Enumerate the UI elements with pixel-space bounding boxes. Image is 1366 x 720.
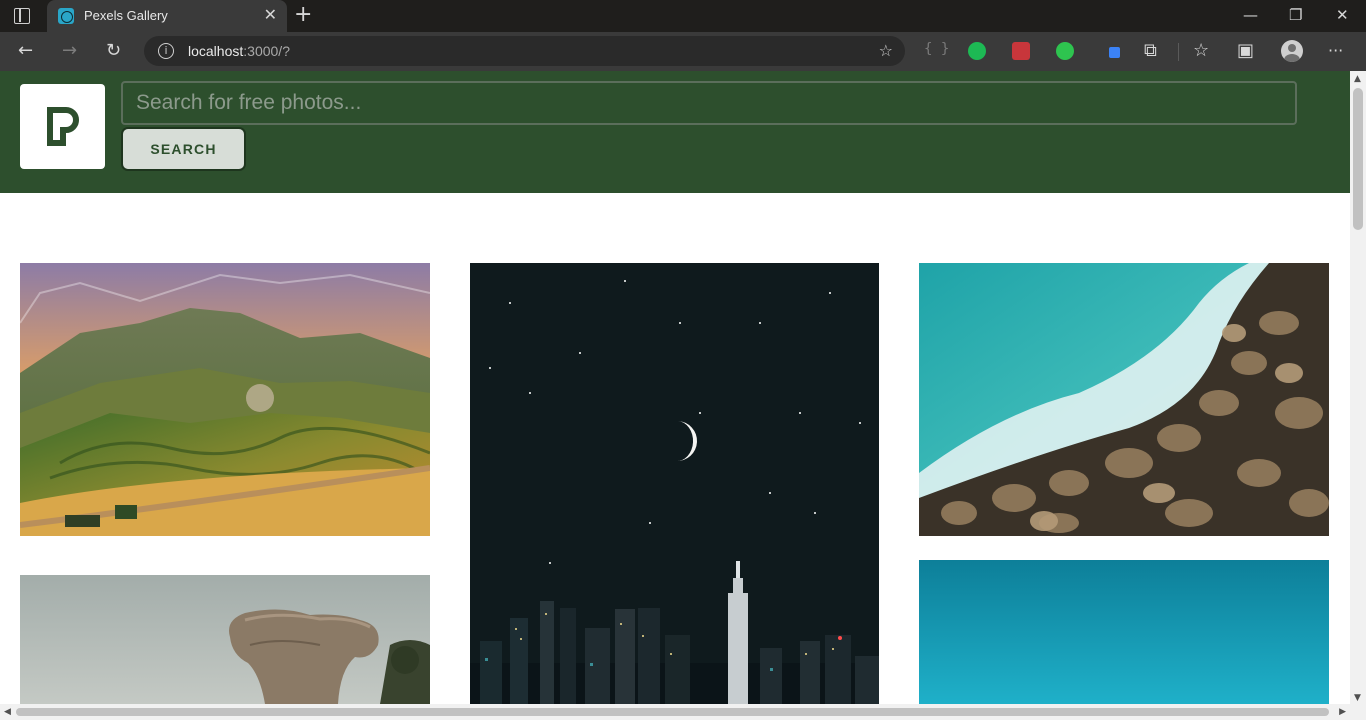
browser-toolbar: ← → ↻ i localhost:3000/? ☆ { } ⧉ ☆ ▣ ···: [0, 32, 1366, 71]
js-extension-icon[interactable]: [1056, 42, 1074, 60]
more-menu-icon[interactable]: ···: [1328, 40, 1343, 62]
rolling-hills-vineyard-photo[interactable]: [20, 263, 430, 536]
address-path: :3000/?: [243, 43, 290, 59]
site-info-icon[interactable]: i: [158, 43, 174, 59]
horizontal-scroll-thumb[interactable]: [16, 708, 1329, 716]
scroll-down-icon[interactable]: ▼: [1354, 693, 1361, 703]
night-sky-moon-city-skyline-photo[interactable]: [470, 263, 879, 704]
refresh-icon[interactable]: ↻: [106, 40, 121, 62]
horizontal-scrollbar[interactable]: ◀ ▶: [0, 704, 1350, 720]
window-close-icon[interactable]: ✕: [1336, 5, 1349, 25]
collections-icon[interactable]: ▣: [1237, 40, 1254, 62]
search-input[interactable]: [121, 81, 1297, 125]
color-picker-extension-icon[interactable]: [1104, 42, 1122, 60]
browser-tab-bar: Pexels Gallery ✕ + — ❐ ✕: [0, 0, 1366, 32]
profile-avatar[interactable]: [1281, 40, 1303, 62]
scroll-up-icon[interactable]: ▲: [1354, 74, 1361, 84]
tab-title: Pexels Gallery: [84, 8, 168, 23]
red-extension-icon[interactable]: [1012, 42, 1030, 60]
rock-formation-photo[interactable]: [20, 575, 430, 704]
site-header: SEARCH: [0, 71, 1350, 193]
tab-actions-icon[interactable]: [14, 8, 30, 24]
restore-icon[interactable]: ❐: [1289, 5, 1302, 25]
new-tab-icon[interactable]: +: [294, 3, 312, 27]
toolbar-divider: [1178, 43, 1179, 61]
blue-gradient-sky-photo[interactable]: [919, 560, 1329, 704]
pexels-logo-icon: [47, 107, 79, 146]
forward-icon[interactable]: →: [62, 40, 77, 62]
minimize-icon[interactable]: —: [1243, 5, 1258, 25]
page-viewport: SEARCH: [0, 71, 1366, 720]
spotify-extension-icon[interactable]: [968, 42, 986, 60]
address-host: localhost: [188, 43, 244, 59]
vertical-scroll-thumb[interactable]: [1353, 88, 1363, 230]
json-extension-icon[interactable]: { }: [924, 41, 949, 57]
search-button[interactable]: SEARCH: [121, 127, 246, 171]
pexels-logo[interactable]: [20, 84, 105, 169]
add-favorite-icon[interactable]: ☆: [879, 41, 893, 60]
favorites-icon[interactable]: ☆: [1193, 40, 1209, 62]
back-icon[interactable]: ←: [18, 40, 33, 62]
browser-tab[interactable]: Pexels Gallery ✕: [47, 0, 287, 32]
address-url[interactable]: localhost:3000/?: [188, 43, 290, 59]
scroll-right-icon[interactable]: ▶: [1339, 707, 1346, 717]
react-favicon-icon: [58, 8, 74, 24]
tab-close-icon[interactable]: ✕: [264, 6, 277, 24]
extensions-icon[interactable]: ⧉: [1144, 40, 1157, 62]
address-bar[interactable]: i localhost:3000/? ☆: [144, 36, 905, 66]
vertical-scrollbar[interactable]: ▲ ▼: [1350, 71, 1366, 720]
scroll-left-icon[interactable]: ◀: [4, 707, 11, 717]
aerial-ocean-waves-rocks-photo[interactable]: [919, 263, 1329, 536]
